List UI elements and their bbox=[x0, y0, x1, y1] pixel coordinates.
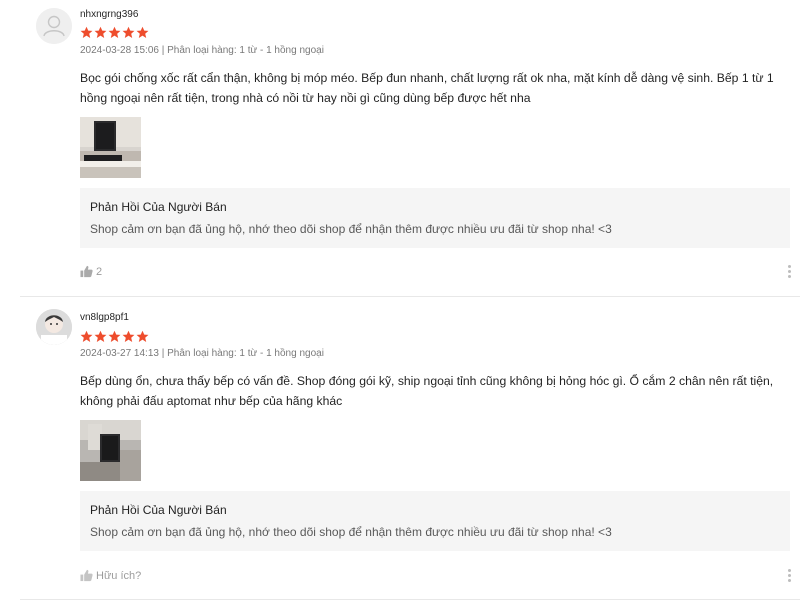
like-count: 2 bbox=[96, 265, 103, 278]
user-avatar[interactable] bbox=[36, 8, 72, 44]
review-content: Bếp dùng ổn, chưa thấy bếp có vấn đề. Sh… bbox=[80, 374, 774, 408]
thumbs-up-icon bbox=[80, 265, 93, 278]
seller-reply: Phản Hồi Của Người Bán Shop cảm ơn bạn đ… bbox=[80, 491, 790, 551]
review-photo-image bbox=[80, 117, 141, 178]
reviewer-username[interactable]: nhxngrng396 bbox=[80, 9, 138, 21]
rating-stars bbox=[80, 330, 149, 343]
rating-stars bbox=[80, 26, 149, 39]
review-photo-image bbox=[80, 420, 141, 481]
star-icon bbox=[122, 330, 135, 342]
review-meta: 2024-03-28 15:06 | Phân loại hàng: 1 từ … bbox=[80, 45, 324, 56]
default-avatar-icon bbox=[36, 8, 72, 44]
star-icon bbox=[80, 26, 93, 38]
more-options-icon[interactable] bbox=[786, 569, 792, 583]
star-icon bbox=[94, 330, 107, 342]
star-icon bbox=[136, 26, 149, 38]
review-photo[interactable] bbox=[80, 117, 141, 178]
helpful-button[interactable]: Hữu ích? bbox=[80, 569, 141, 582]
user-avatar-image bbox=[36, 309, 72, 345]
star-icon bbox=[136, 330, 149, 342]
review-content: Bọc gói chống xốc rất cẩn thận, không bị… bbox=[80, 71, 774, 105]
star-icon bbox=[122, 26, 135, 38]
helpful-label: Hữu ích? bbox=[96, 569, 142, 582]
seller-reply: Phản Hồi Của Người Bán Shop cảm ơn bạn đ… bbox=[80, 188, 790, 248]
seller-reply-text: Shop cảm ơn bạn đã ủng hộ, nhớ theo dõi … bbox=[90, 525, 612, 539]
review-item: nhxngrng396 2024-03-28 15:06 | Phân loại… bbox=[0, 0, 800, 297]
seller-reply-text: Shop cảm ơn bạn đã ủng hộ, nhớ theo dõi … bbox=[90, 222, 612, 236]
reviewer-username[interactable]: vn8lgp8pf1 bbox=[80, 312, 129, 324]
like-button[interactable]: 2 bbox=[80, 265, 102, 278]
star-icon bbox=[108, 330, 121, 342]
user-avatar[interactable] bbox=[36, 309, 72, 345]
star-icon bbox=[108, 26, 121, 38]
thumbs-up-icon bbox=[80, 569, 93, 582]
star-icon bbox=[94, 26, 107, 38]
star-icon bbox=[80, 330, 93, 342]
more-options-icon[interactable] bbox=[786, 265, 792, 279]
review-photo[interactable] bbox=[80, 420, 141, 481]
review-item: vn8lgp8pf1 2024-03-27 14:13 | Phân loại … bbox=[0, 297, 800, 600]
seller-reply-title: Phản Hồi Của Người Bán bbox=[90, 200, 227, 214]
seller-reply-title: Phản Hồi Của Người Bán bbox=[90, 503, 227, 517]
review-meta: 2024-03-27 14:13 | Phân loại hàng: 1 từ … bbox=[80, 348, 324, 359]
